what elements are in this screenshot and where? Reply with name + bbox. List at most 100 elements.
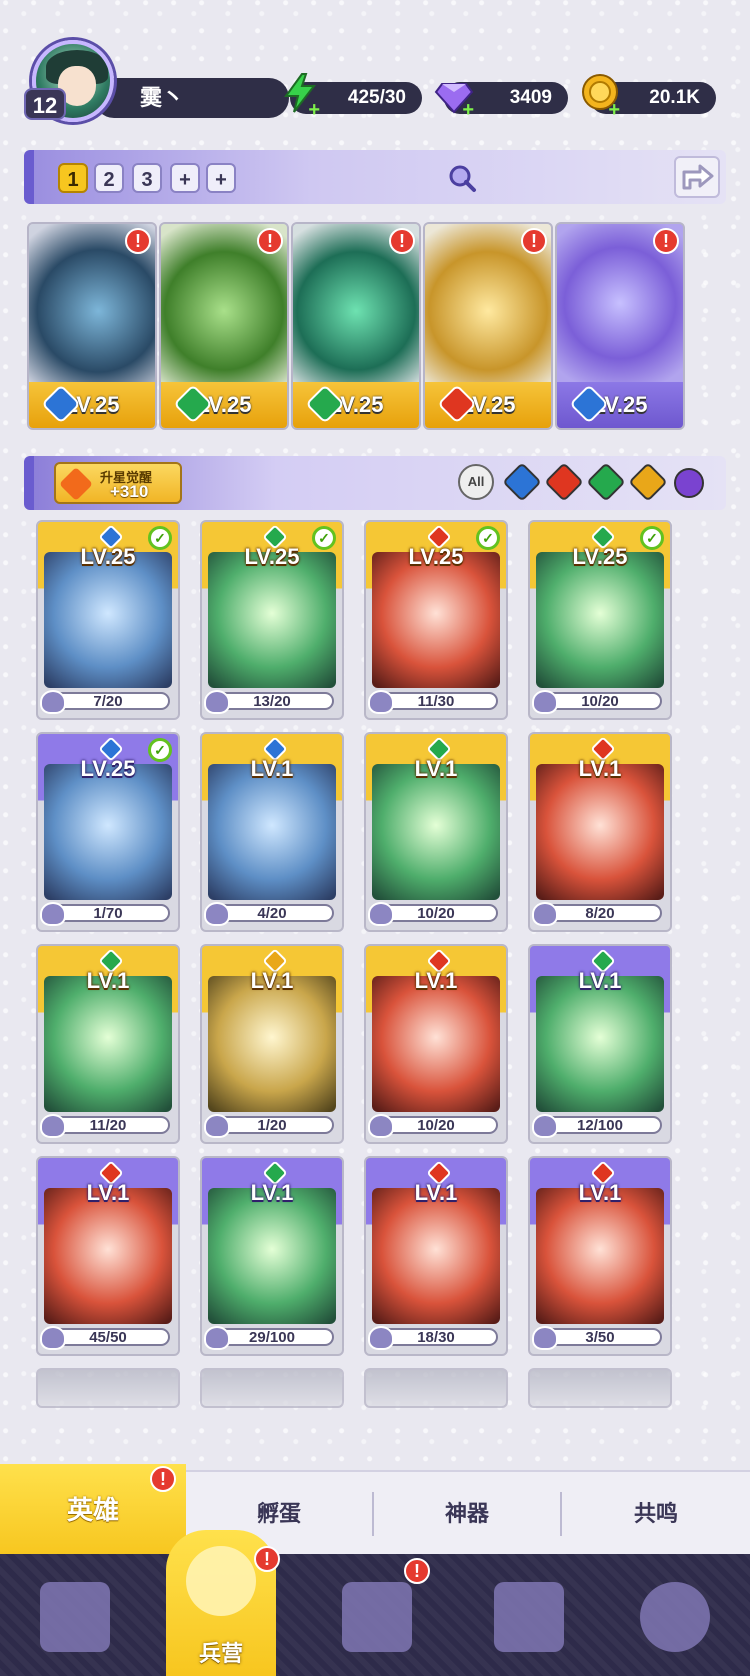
subtab-artifacts[interactable]: 神器 bbox=[374, 1472, 560, 1556]
hero-card[interactable]: ✓ LV.25 7/20 bbox=[36, 520, 180, 720]
hero-card-partial[interactable] bbox=[528, 1368, 672, 1408]
hero-level: LV.1 bbox=[578, 968, 622, 993]
hero-card[interactable]: ✓ LV.25 13/20 bbox=[200, 520, 344, 720]
hero-portrait bbox=[536, 552, 664, 688]
hero-level: LV.1 bbox=[414, 1180, 458, 1205]
player-name: 霙丶 bbox=[140, 85, 185, 110]
shard-icon bbox=[204, 1326, 230, 1350]
hero-card[interactable]: LV.1 11/20 bbox=[36, 944, 180, 1144]
hero-portrait bbox=[372, 764, 500, 900]
shard-icon bbox=[40, 1114, 66, 1138]
hero-card[interactable]: LV.1 8/20 bbox=[528, 732, 672, 932]
star-awaken-button[interactable]: 升星觉醒 +310 bbox=[54, 462, 182, 504]
team-heroes-row: LV.25 ! LV.25 ! LV.25 ! LV.25 ! LV.25 ! bbox=[27, 222, 727, 432]
hero-card[interactable]: LV.1 45/50 bbox=[36, 1156, 180, 1356]
team-hero-card[interactable]: LV.25 ! bbox=[555, 222, 685, 430]
team-hero-card[interactable]: LV.25 ! bbox=[159, 222, 289, 430]
map-book-icon bbox=[342, 1582, 412, 1652]
hero-portrait bbox=[372, 1188, 500, 1324]
hero-grid: ✓ LV.25 7/20 ✓ LV.25 13/20 ✓ LV.25 11/30 ✓ LV.25 10… bbox=[36, 520, 726, 1430]
filter-fire-icon[interactable] bbox=[544, 462, 584, 502]
filter-water-icon[interactable] bbox=[502, 462, 542, 502]
team-hero-card[interactable]: LV.25 ! bbox=[27, 222, 157, 430]
shard-icon bbox=[368, 1114, 394, 1138]
hero-portrait bbox=[536, 1188, 664, 1324]
hero-card[interactable]: LV.1 29/100 bbox=[200, 1156, 344, 1356]
castle-icon bbox=[494, 1582, 564, 1652]
hero-card[interactable]: LV.1 3/50 bbox=[528, 1156, 672, 1356]
hero-portrait bbox=[208, 976, 336, 1112]
nav-shop[interactable] bbox=[630, 1572, 720, 1662]
awaken-icon bbox=[59, 467, 93, 501]
energy-value: 425/30 bbox=[347, 87, 406, 108]
nav-map[interactable]: ! bbox=[332, 1558, 430, 1662]
hero-level: LV.25 bbox=[80, 756, 136, 781]
hero-level: LV.1 bbox=[414, 968, 458, 993]
filter-all-button[interactable]: All bbox=[458, 464, 494, 500]
hero-level: LV.25 bbox=[572, 544, 628, 569]
nav-barracks[interactable]: 兵营 ! bbox=[166, 1530, 280, 1676]
alert-badge-icon: ! bbox=[257, 228, 283, 254]
team-tab-1[interactable]: 1 bbox=[58, 163, 88, 193]
gems-resource[interactable]: + 3409 bbox=[434, 82, 568, 120]
hero-card[interactable]: LV.1 18/30 bbox=[364, 1156, 508, 1356]
gold-value: 20.1K bbox=[649, 87, 700, 108]
hero-card[interactable]: LV.1 10/20 bbox=[364, 732, 508, 932]
team-tab-add[interactable]: + bbox=[206, 163, 236, 193]
hero-card[interactable]: ✓ LV.25 1/70 bbox=[36, 732, 180, 932]
team-hero-card[interactable]: LV.25 ! bbox=[423, 222, 553, 430]
filter-dark-icon[interactable] bbox=[674, 468, 704, 498]
alert-badge-icon: ! bbox=[389, 228, 415, 254]
filter-nature-icon[interactable] bbox=[586, 462, 626, 502]
nav-cards[interactable] bbox=[30, 1572, 120, 1662]
hero-level: LV.1 bbox=[578, 756, 622, 781]
share-icon bbox=[682, 164, 714, 190]
hero-level: LV.1 bbox=[250, 1180, 294, 1205]
hero-card[interactable]: LV.1 10/20 bbox=[364, 944, 508, 1144]
hero-portrait bbox=[208, 1188, 336, 1324]
hero-card-partial[interactable] bbox=[364, 1368, 508, 1408]
hero-portrait bbox=[372, 552, 500, 688]
team-hero-card[interactable]: LV.25 ! bbox=[291, 222, 421, 430]
hero-level: LV.1 bbox=[578, 1180, 622, 1205]
gold-resource[interactable]: + 20.1K bbox=[582, 74, 716, 120]
team-tab-add[interactable]: + bbox=[170, 163, 200, 193]
share-button[interactable] bbox=[674, 156, 720, 198]
hero-card-partial[interactable] bbox=[200, 1368, 344, 1408]
shard-icon bbox=[40, 1326, 66, 1350]
alert-badge-icon: ! bbox=[254, 1546, 280, 1572]
sub-tabs-bar: 英雄 ! 孵蛋 神器 共鸣 bbox=[0, 1464, 750, 1556]
hero-portrait bbox=[536, 764, 664, 900]
search-icon[interactable] bbox=[444, 162, 480, 194]
subtab-resonance[interactable]: 共鸣 bbox=[562, 1472, 750, 1556]
hero-card[interactable]: LV.1 4/20 bbox=[200, 732, 344, 932]
shard-icon bbox=[532, 1114, 558, 1138]
hero-portrait bbox=[372, 976, 500, 1112]
energy-resource[interactable]: + 425/30 bbox=[284, 73, 422, 120]
hero-card[interactable]: ✓ LV.25 10/20 bbox=[528, 520, 672, 720]
hero-card-partial[interactable] bbox=[36, 1368, 180, 1408]
player-name-bar[interactable]: 霙丶 bbox=[94, 78, 289, 118]
filter-light-icon[interactable] bbox=[628, 462, 668, 502]
shard-icon bbox=[368, 690, 394, 714]
team-tab-2[interactable]: 2 bbox=[94, 163, 124, 193]
hero-card[interactable]: ✓ LV.25 11/30 bbox=[364, 520, 508, 720]
hero-level: LV.1 bbox=[250, 756, 294, 781]
shard-icon bbox=[368, 902, 394, 926]
hero-card[interactable]: LV.1 1/20 bbox=[200, 944, 344, 1144]
nav-castle[interactable] bbox=[484, 1572, 574, 1662]
shard-icon bbox=[532, 690, 558, 714]
hero-level: LV.1 bbox=[414, 756, 458, 781]
shard-icon bbox=[204, 902, 230, 926]
hero-filter-bar: 升星觉醒 +310 All bbox=[24, 456, 726, 510]
top-bar: 霙丶 12 + 425/30 + 3409 + 20.1K bbox=[24, 40, 732, 122]
alert-badge-icon: ! bbox=[404, 1558, 430, 1584]
hero-card[interactable]: LV.1 12/100 bbox=[528, 944, 672, 1144]
team-tab-3[interactable]: 3 bbox=[132, 163, 162, 193]
merchant-icon bbox=[640, 1582, 710, 1652]
plus-icon: + bbox=[462, 99, 474, 121]
hero-portrait bbox=[208, 764, 336, 900]
awaken-value: +310 bbox=[110, 482, 149, 501]
hero-level: LV.1 bbox=[86, 1180, 130, 1205]
shard-icon bbox=[368, 1326, 394, 1350]
